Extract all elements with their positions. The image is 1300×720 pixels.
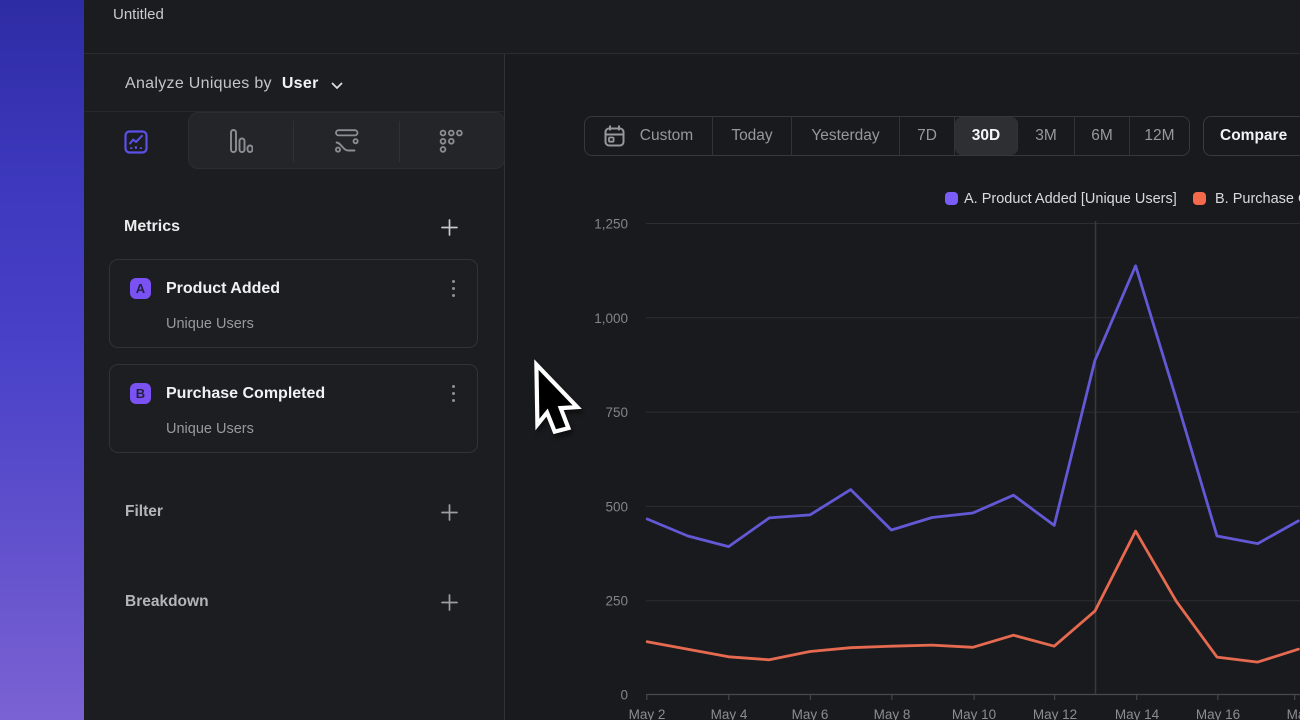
svg-text:0: 0 — [620, 688, 628, 703]
svg-text:May 6: May 6 — [792, 707, 829, 720]
svg-text:Ma: Ma — [1287, 707, 1300, 720]
svg-text:May 2: May 2 — [629, 707, 666, 720]
svg-text:500: 500 — [605, 499, 628, 514]
svg-text:May 10: May 10 — [952, 707, 996, 720]
svg-text:750: 750 — [605, 405, 628, 420]
svg-text:May 14: May 14 — [1115, 707, 1160, 720]
svg-text:May 16: May 16 — [1196, 707, 1240, 720]
svg-text:May 4: May 4 — [711, 707, 748, 720]
svg-text:May 8: May 8 — [874, 707, 911, 720]
svg-text:250: 250 — [605, 594, 628, 609]
svg-text:1,250: 1,250 — [594, 217, 628, 232]
svg-text:1,000: 1,000 — [594, 311, 628, 326]
svg-text:May 12: May 12 — [1033, 707, 1077, 720]
